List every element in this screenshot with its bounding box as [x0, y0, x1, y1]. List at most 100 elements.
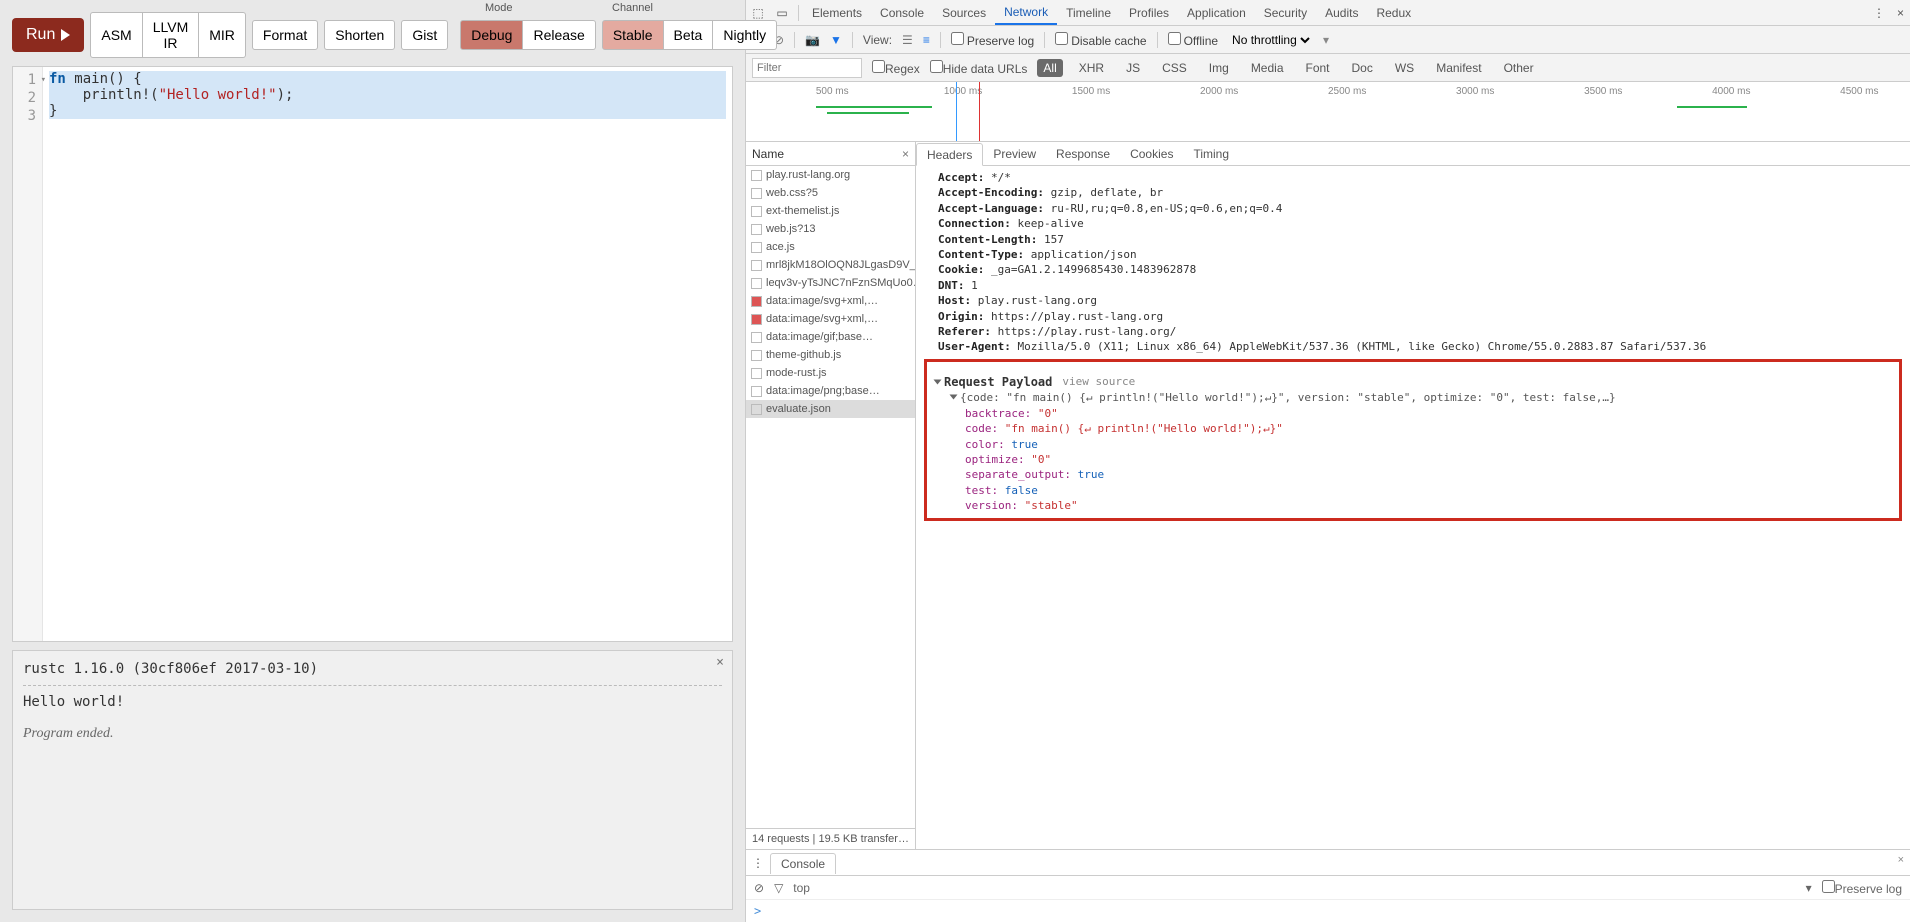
offline-checkbox[interactable]: Offline: [1168, 32, 1218, 48]
close-detail-icon[interactable]: ×: [902, 147, 909, 161]
waterfall-overview[interactable]: 500 ms 1000 ms 1500 ms 2000 ms 2500 ms 3…: [746, 82, 1910, 142]
request-row[interactable]: mrl8jkM18OlOQN8JLgasD9V_…: [746, 256, 915, 274]
request-row[interactable]: web.js?13: [746, 220, 915, 238]
request-payload-title[interactable]: Request Payload view source: [935, 374, 1891, 391]
gist-button[interactable]: Gist: [401, 20, 448, 50]
request-row[interactable]: ace.js: [746, 238, 915, 256]
mir-button[interactable]: MIR: [199, 12, 246, 58]
filter-type-js[interactable]: JS: [1120, 59, 1146, 77]
close-output-button[interactable]: ×: [716, 655, 724, 670]
header-value: 1: [965, 279, 978, 292]
json-value: true: [1005, 438, 1038, 451]
llvm-ir-button[interactable]: LLVM IR: [143, 12, 200, 58]
file-icon: [751, 170, 762, 181]
view-source-link[interactable]: view source: [1062, 374, 1135, 389]
nightly-button[interactable]: Nightly: [713, 20, 777, 50]
filter-icon[interactable]: ▽: [774, 881, 783, 895]
request-name: mode-rust.js: [766, 367, 827, 379]
request-row[interactable]: theme-github.js: [746, 346, 915, 364]
format-button[interactable]: Format: [252, 20, 318, 50]
regex-checkbox[interactable]: Regex: [872, 60, 920, 76]
request-row[interactable]: mode-rust.js: [746, 364, 915, 382]
debug-button[interactable]: Debug: [460, 20, 523, 50]
tab-redux[interactable]: Redux: [1367, 0, 1420, 25]
tab-network[interactable]: Network: [995, 0, 1057, 25]
close-drawer-icon[interactable]: ×: [1898, 854, 1904, 866]
release-button[interactable]: Release: [523, 20, 595, 50]
request-row[interactable]: data:image/svg+xml,…: [746, 292, 915, 310]
console-tab[interactable]: Console: [770, 853, 836, 874]
rustc-version: rustc 1.16.0 (30cf806ef 2017-03-10): [23, 661, 722, 677]
request-row[interactable]: web.css?5: [746, 184, 915, 202]
filter-type-font[interactable]: Font: [1300, 59, 1336, 77]
request-row[interactable]: evaluate.json: [746, 400, 915, 418]
filter-toggle-icon[interactable]: ▼: [830, 33, 842, 47]
tab-timeline[interactable]: Timeline: [1057, 0, 1120, 25]
device-icon[interactable]: ▭: [770, 6, 794, 20]
filter-type-img[interactable]: Img: [1203, 59, 1235, 77]
tab-security[interactable]: Security: [1255, 0, 1316, 25]
payload-summary[interactable]: {code: "fn main() {↵ println!("Hello wor…: [935, 390, 1891, 405]
view-label: View:: [863, 33, 892, 47]
beta-button[interactable]: Beta: [664, 20, 714, 50]
capture-screenshots-icon[interactable]: 📷: [805, 33, 820, 47]
console-input[interactable]: >: [746, 900, 1910, 922]
rust-playground: Mode Channel Run ASM LLVM IR MIR Format …: [0, 0, 745, 922]
devtools-menu-icon[interactable]: ⋮: [1867, 6, 1891, 20]
filter-input[interactable]: [752, 58, 862, 78]
shorten-button[interactable]: Shorten: [324, 20, 395, 50]
filter-type-manifest[interactable]: Manifest: [1430, 59, 1487, 77]
clear-console-icon[interactable]: ⊘: [754, 881, 764, 895]
request-row[interactable]: ext-themelist.js: [746, 202, 915, 220]
throttling-select[interactable]: No throttling: [1228, 32, 1313, 48]
disable-cache-checkbox[interactable]: Disable cache: [1055, 32, 1146, 48]
editor-code[interactable]: fn main() { println!("Hello world!");}: [43, 67, 732, 641]
filter-type-xhr[interactable]: XHR: [1073, 59, 1110, 77]
output-text: Hello world!: [23, 694, 722, 710]
view-large-icon[interactable]: ☰: [902, 33, 913, 47]
asm-button[interactable]: ASM: [90, 12, 142, 58]
tab-sources[interactable]: Sources: [933, 0, 995, 25]
tab-profiles[interactable]: Profiles: [1120, 0, 1178, 25]
context-select[interactable]: top: [793, 881, 810, 895]
devtools-close-icon[interactable]: ×: [1891, 6, 1910, 20]
request-row[interactable]: data:image/png;base…: [746, 382, 915, 400]
tab-audits[interactable]: Audits: [1316, 0, 1367, 25]
preserve-log-checkbox[interactable]: Preserve log: [951, 32, 1034, 48]
json-key: version:: [965, 499, 1018, 512]
filter-type-media[interactable]: Media: [1245, 59, 1290, 77]
detail-tab-preview[interactable]: Preview: [983, 142, 1046, 165]
filter-type-css[interactable]: CSS: [1156, 59, 1193, 77]
file-icon: [751, 386, 762, 397]
drawer-menu-icon[interactable]: ⋮: [752, 856, 764, 870]
request-row[interactable]: leqv3v-yTsJNC7nFznSMqUo0…: [746, 274, 915, 292]
console-preserve-log-checkbox[interactable]: Preserve log: [1822, 880, 1902, 896]
code-text: main() {: [66, 71, 142, 87]
detail-tab-response[interactable]: Response: [1046, 142, 1120, 165]
view-small-icon[interactable]: ≡: [923, 33, 930, 47]
filter-type-all[interactable]: All: [1037, 59, 1062, 77]
request-list: Name × play.rust-lang.org web.css?5 ext-…: [746, 142, 916, 849]
code-editor[interactable]: 1 2 3 fn main() { println!("Hello world!…: [12, 66, 733, 642]
filter-type-doc[interactable]: Doc: [1346, 59, 1379, 77]
request-row[interactable]: data:image/svg+xml,…: [746, 310, 915, 328]
detail-tab-cookies[interactable]: Cookies: [1120, 142, 1183, 165]
hide-data-urls-checkbox[interactable]: Hide data URLs: [930, 60, 1028, 76]
tab-elements[interactable]: Elements: [803, 0, 871, 25]
tab-console[interactable]: Console: [871, 0, 933, 25]
level-select[interactable]: ▾: [1806, 881, 1812, 895]
request-name: play.rust-lang.org: [766, 169, 850, 181]
run-button[interactable]: Run: [12, 18, 84, 52]
filter-type-other[interactable]: Other: [1498, 59, 1540, 77]
channel-label: Channel: [612, 2, 653, 14]
stable-button[interactable]: Stable: [602, 20, 664, 50]
tab-application[interactable]: Application: [1178, 0, 1255, 25]
request-row[interactable]: play.rust-lang.org: [746, 166, 915, 184]
detail-tab-timing[interactable]: Timing: [1183, 142, 1239, 165]
request-row[interactable]: data:image/gif;base…: [746, 328, 915, 346]
header-value: Mozilla/5.0 (X11; Linux x86_64) AppleWeb…: [1011, 340, 1706, 353]
request-name: evaluate.json: [766, 403, 831, 415]
filter-type-ws[interactable]: WS: [1389, 59, 1420, 77]
inspect-icon[interactable]: ⬚: [746, 6, 770, 20]
detail-tab-headers[interactable]: Headers: [916, 143, 983, 166]
